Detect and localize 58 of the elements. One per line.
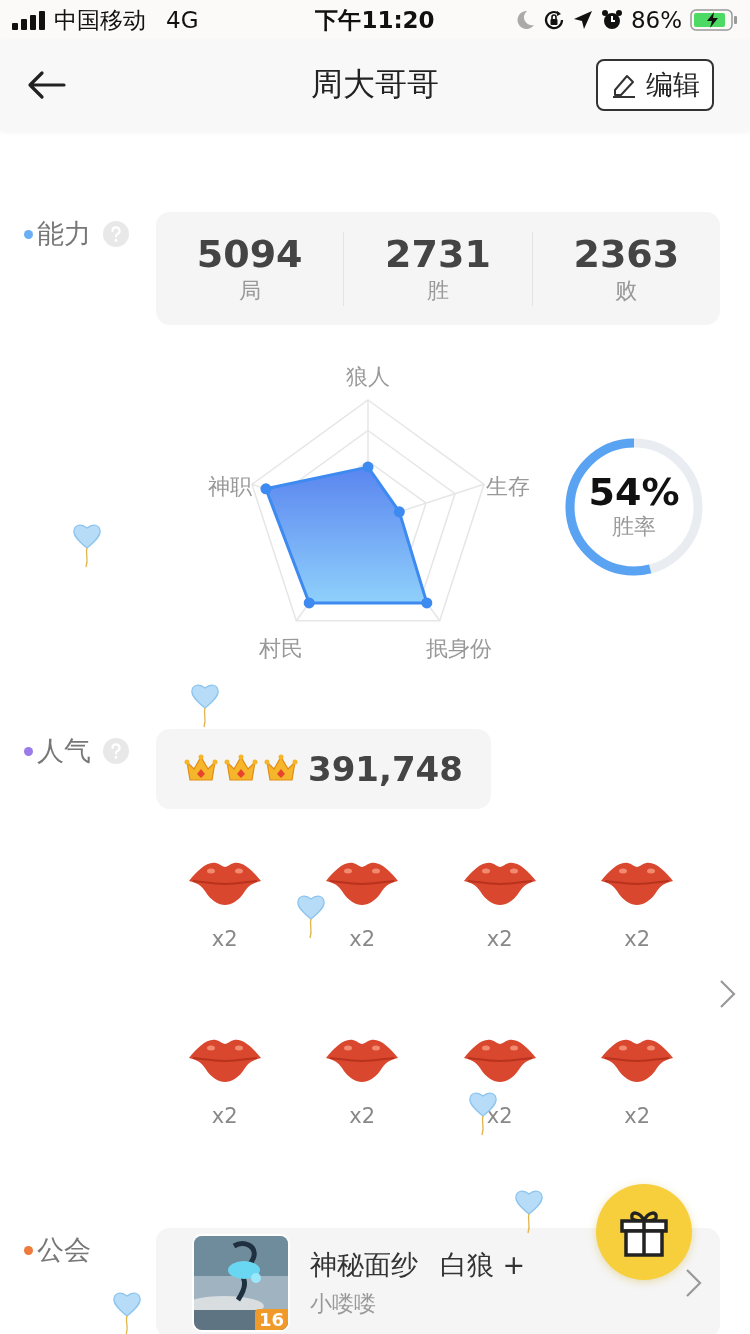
axis-label: 神职: [208, 473, 252, 501]
gift-count: x2: [349, 927, 376, 951]
gift-count: x2: [211, 1104, 238, 1128]
gift-count: x2: [624, 1104, 651, 1128]
alarm-icon: [600, 9, 623, 31]
network-type: 4G: [166, 7, 199, 33]
signal-icon: [12, 10, 46, 30]
data-point: [421, 597, 433, 609]
guild-name: 神秘面纱: [310, 1248, 418, 1282]
guild-card[interactable]: 16 神秘面纱 白狼 + 小喽喽: [156, 1228, 720, 1334]
section-label: 公会: [37, 1233, 91, 1267]
gift-count: x2: [211, 927, 238, 951]
win-rate-value: 54%: [588, 471, 680, 513]
clock-time: 下午11:20: [315, 5, 435, 35]
section-label: 能力: [37, 217, 91, 251]
balloon-icon: [190, 682, 220, 728]
level-badge: 16: [254, 1309, 288, 1330]
chevron-right-icon[interactable]: [718, 977, 738, 1010]
data-point: [362, 461, 374, 473]
balloon-icon: [72, 522, 102, 568]
win-rate-label: 胜率: [611, 513, 657, 541]
balloon-icon: [112, 1290, 142, 1334]
crown-icon: [224, 754, 258, 784]
guild-role: 小喽喽: [310, 1290, 376, 1318]
axis-label: 生存: [486, 473, 530, 501]
chevron-right-icon: [684, 1267, 704, 1299]
popularity-score: 391,748: [308, 749, 463, 789]
axis-label: 狼人: [346, 363, 390, 391]
carrier-name: 中国移动: [54, 5, 146, 35]
guild-title: 白狼 +: [440, 1248, 526, 1282]
stat-value: 2731: [384, 231, 492, 276]
edit-button[interactable]: 编辑: [596, 59, 714, 111]
stat-value: 5094: [195, 231, 304, 276]
stat-label: 胜: [426, 276, 450, 305]
data-point: [393, 506, 405, 518]
battery-icon: [690, 9, 738, 31]
crown-icon: [184, 754, 218, 784]
section-label: 人气: [37, 734, 91, 768]
page-title: 周大哥哥: [311, 64, 439, 105]
battery-percent: 86%: [630, 7, 682, 33]
data-point: [260, 483, 272, 495]
gift-count: x2: [486, 927, 513, 951]
balloon-icon: [514, 1188, 544, 1234]
stat-label: 败: [614, 276, 639, 305]
gift-count: x2: [486, 1104, 513, 1128]
gift-count: x2: [624, 927, 651, 951]
data-point: [303, 597, 315, 609]
axis-label: 村民: [259, 635, 303, 663]
stat-label: 局: [237, 276, 262, 305]
back-arrow-icon[interactable]: [26, 70, 66, 100]
gift-count: x2: [349, 1104, 376, 1128]
rotation-lock-icon: [542, 9, 565, 31]
axis-label: 抿身份: [426, 635, 492, 663]
stat-value: 2363: [572, 231, 681, 276]
gift-button[interactable]: [596, 1184, 692, 1280]
location-icon: [572, 10, 593, 30]
balloon-icon: [296, 893, 326, 939]
crown-icon: [264, 754, 298, 784]
